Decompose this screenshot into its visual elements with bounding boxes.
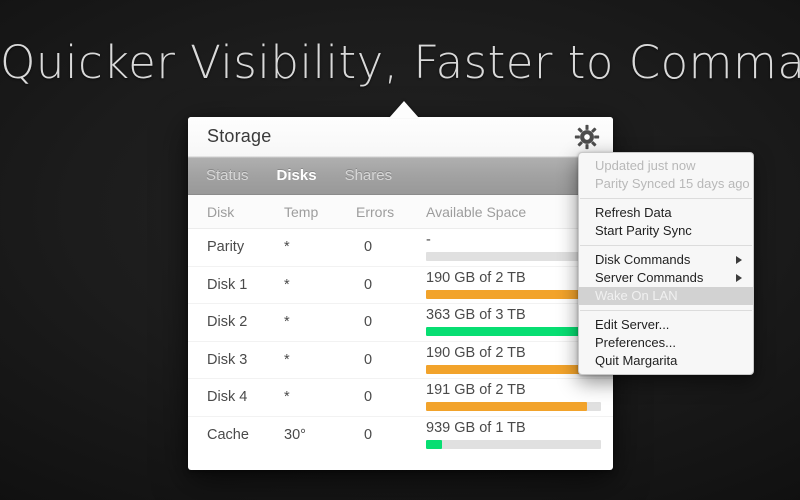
table-row[interactable]: Cache 30° 0 939 GB of 1 TB xyxy=(188,417,613,455)
table-row[interactable]: Disk 3 * 0 190 GB of 2 TB xyxy=(188,342,613,379)
cell-errors: 0 xyxy=(364,239,373,255)
menu-item-wake-on-lan[interactable]: Wake On LAN xyxy=(579,287,753,305)
menu-separator xyxy=(580,198,752,199)
cell-available-space: - xyxy=(426,232,431,248)
tab-disks[interactable]: Disks xyxy=(277,167,317,184)
tab-bar: Status Disks Shares xyxy=(188,157,613,195)
page-title: Quicker Visibility, Faster to Command xyxy=(0,36,800,89)
cell-available-space: 190 GB of 2 TB xyxy=(426,344,526,361)
space-bar-track xyxy=(426,289,601,299)
menu-separator xyxy=(580,310,752,311)
table-row[interactable]: Parity * 0 - xyxy=(188,229,613,267)
cell-temp: * xyxy=(284,314,290,330)
cell-available-space: 363 GB of 3 TB xyxy=(426,307,526,323)
column-header-space: Available Space xyxy=(426,204,527,220)
table-row[interactable]: Disk 2 * 0 363 GB of 3 TB xyxy=(188,304,613,342)
cell-temp: * xyxy=(284,389,290,405)
menu-item-quit-margarita[interactable]: Quit Margarita xyxy=(579,352,753,370)
submenu-arrow-icon xyxy=(736,256,742,264)
storage-popover: Storage Status Disks Shares Disk Temp Er… xyxy=(188,117,613,470)
space-bar-track xyxy=(426,327,601,336)
space-bar-fill xyxy=(426,289,596,299)
column-header-errors: Errors xyxy=(356,204,395,220)
menu-item-start-parity-sync[interactable]: Start Parity Sync xyxy=(579,222,753,240)
menu-item-updated-just-now: Updated just now xyxy=(595,158,696,173)
promo-screenshot: Quicker Visibility, Faster to Command St… xyxy=(0,0,800,500)
menu-item-disk-commands[interactable]: Disk Commands xyxy=(579,251,753,269)
cell-disk-name: Disk 1 xyxy=(207,276,248,293)
table-column-headers: Disk Temp Errors Available Space xyxy=(188,195,613,229)
menu-item-refresh-data[interactable]: Refresh Data xyxy=(579,204,753,222)
disk-table-body: Parity * 0 - Disk 1 * 0 190 GB of 2 TB Disk 2 * 0 3… xyxy=(188,229,613,454)
cell-errors: 0 xyxy=(364,314,373,330)
cell-temp: * xyxy=(284,239,290,255)
cell-disk-name: Cache xyxy=(207,426,249,443)
cell-errors: 0 xyxy=(364,389,373,405)
cell-disk-name: Disk 2 xyxy=(207,314,248,330)
column-header-temp: Temp xyxy=(284,204,319,220)
cell-available-space: 190 GB of 2 TB xyxy=(426,269,526,286)
menu-separator xyxy=(580,245,752,246)
menu-item-preferences[interactable]: Preferences... xyxy=(579,334,753,352)
cell-errors: 0 xyxy=(364,276,373,293)
cell-errors: 0 xyxy=(364,426,373,443)
cell-temp: 30° xyxy=(284,426,306,443)
popover-titlebar: Storage xyxy=(188,117,613,157)
space-bar-fill xyxy=(426,402,587,411)
table-row[interactable]: Disk 4 * 0 191 GB of 2 TB xyxy=(188,379,613,417)
menu-item-edit-server[interactable]: Edit Server... xyxy=(579,316,753,334)
space-bar-track xyxy=(426,364,601,374)
submenu-arrow-icon xyxy=(736,274,742,282)
table-row[interactable]: Disk 1 * 0 190 GB of 2 TB xyxy=(188,267,613,304)
column-header-disk: Disk xyxy=(207,204,235,220)
space-bar-fill xyxy=(426,364,596,374)
popover-title: Storage xyxy=(207,126,272,146)
space-bar-track xyxy=(426,402,601,411)
gear-icon[interactable] xyxy=(574,124,600,150)
tab-status[interactable]: Status xyxy=(206,167,249,184)
space-bar-fill xyxy=(426,439,442,449)
gear-dropdown-menu: Updated just now Parity Synced 15 days ag… xyxy=(578,152,754,375)
cell-available-space: 191 GB of 2 TB xyxy=(426,382,526,398)
cell-disk-name: Disk 4 xyxy=(207,389,248,405)
cell-disk-name: Disk 3 xyxy=(207,351,248,368)
space-bar-fill xyxy=(426,327,587,336)
space-bar-track xyxy=(426,252,601,261)
popover-notch xyxy=(389,101,419,118)
cell-errors: 0 xyxy=(364,351,373,368)
menu-item-parity-synced-15-days-ago: Parity Synced 15 days ago xyxy=(595,176,750,191)
cell-disk-name: Parity xyxy=(207,239,245,255)
tab-shares[interactable]: Shares xyxy=(345,167,393,184)
cell-temp: * xyxy=(284,351,290,368)
menu-item-server-commands[interactable]: Server Commands xyxy=(579,269,753,287)
cell-temp: * xyxy=(284,276,290,293)
cell-available-space: 939 GB of 1 TB xyxy=(426,419,526,436)
space-bar-track xyxy=(426,439,601,449)
